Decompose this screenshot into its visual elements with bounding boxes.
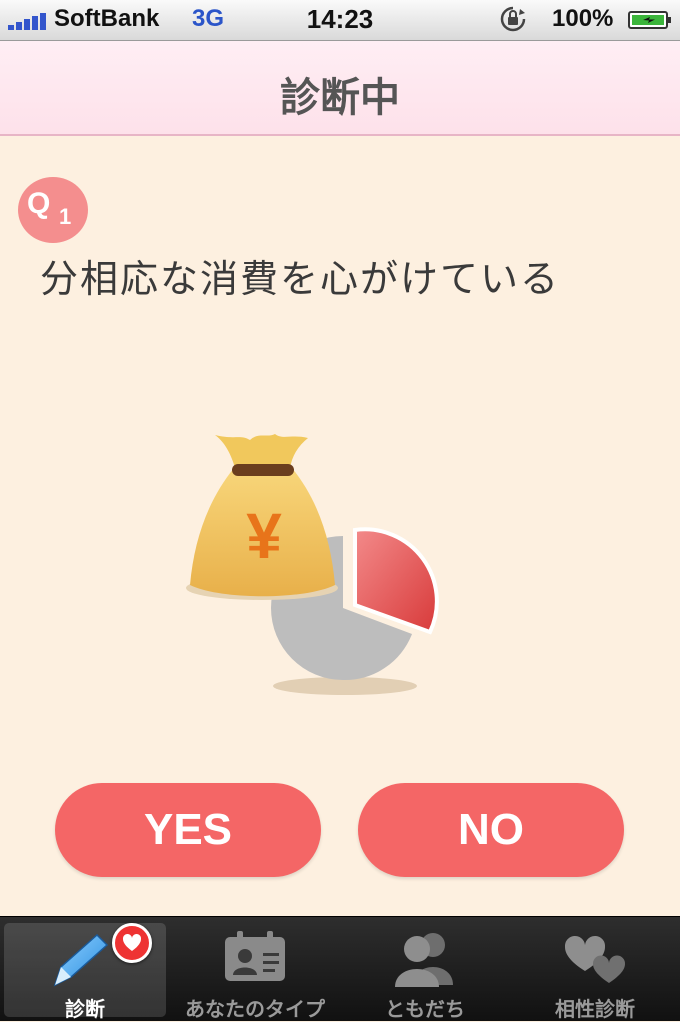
rotation-lock-icon xyxy=(500,6,526,32)
tab-friends[interactable]: ともだち xyxy=(344,923,506,1021)
yen-symbol: ¥ xyxy=(246,500,282,572)
question-text: 分相応な消費を心がけている xyxy=(40,257,561,301)
page-title: 診断中 xyxy=(280,75,400,121)
people-icon xyxy=(395,933,453,987)
profile-card-icon xyxy=(225,931,285,981)
tab-label: あなたのタイプ xyxy=(185,997,325,1021)
notification-badge xyxy=(112,923,152,963)
tab-bar: 診断 あなたのタイプ ともだち 相性診断 xyxy=(0,916,680,1021)
tab-diagnosis[interactable]: 診断 xyxy=(4,923,166,1021)
yes-button[interactable]: YES xyxy=(55,783,321,877)
hearts-icon xyxy=(564,935,626,983)
battery-percentage: 100% xyxy=(552,5,614,32)
question-number: 1 xyxy=(59,204,72,229)
question-badge-letter: Q xyxy=(27,187,51,220)
tab-label: ともだち xyxy=(385,997,465,1021)
tab-label: 診断 xyxy=(65,997,105,1021)
tab-compatibility[interactable]: 相性診断 xyxy=(514,923,676,1021)
tab-your-type[interactable]: あなたのタイプ xyxy=(174,923,336,1021)
navigation-bar: 診断中 xyxy=(0,41,680,136)
tab-label: 相性診断 xyxy=(555,997,635,1021)
no-button[interactable]: NO xyxy=(358,783,624,877)
badge-heart-icon xyxy=(122,933,142,951)
status-bar: SoftBank 3G 14:23 100% xyxy=(0,0,680,41)
question-number-badge: Q 1 xyxy=(18,177,88,243)
battery-icon xyxy=(628,11,671,29)
money-bag-pie-chart-illustration xyxy=(186,434,439,695)
